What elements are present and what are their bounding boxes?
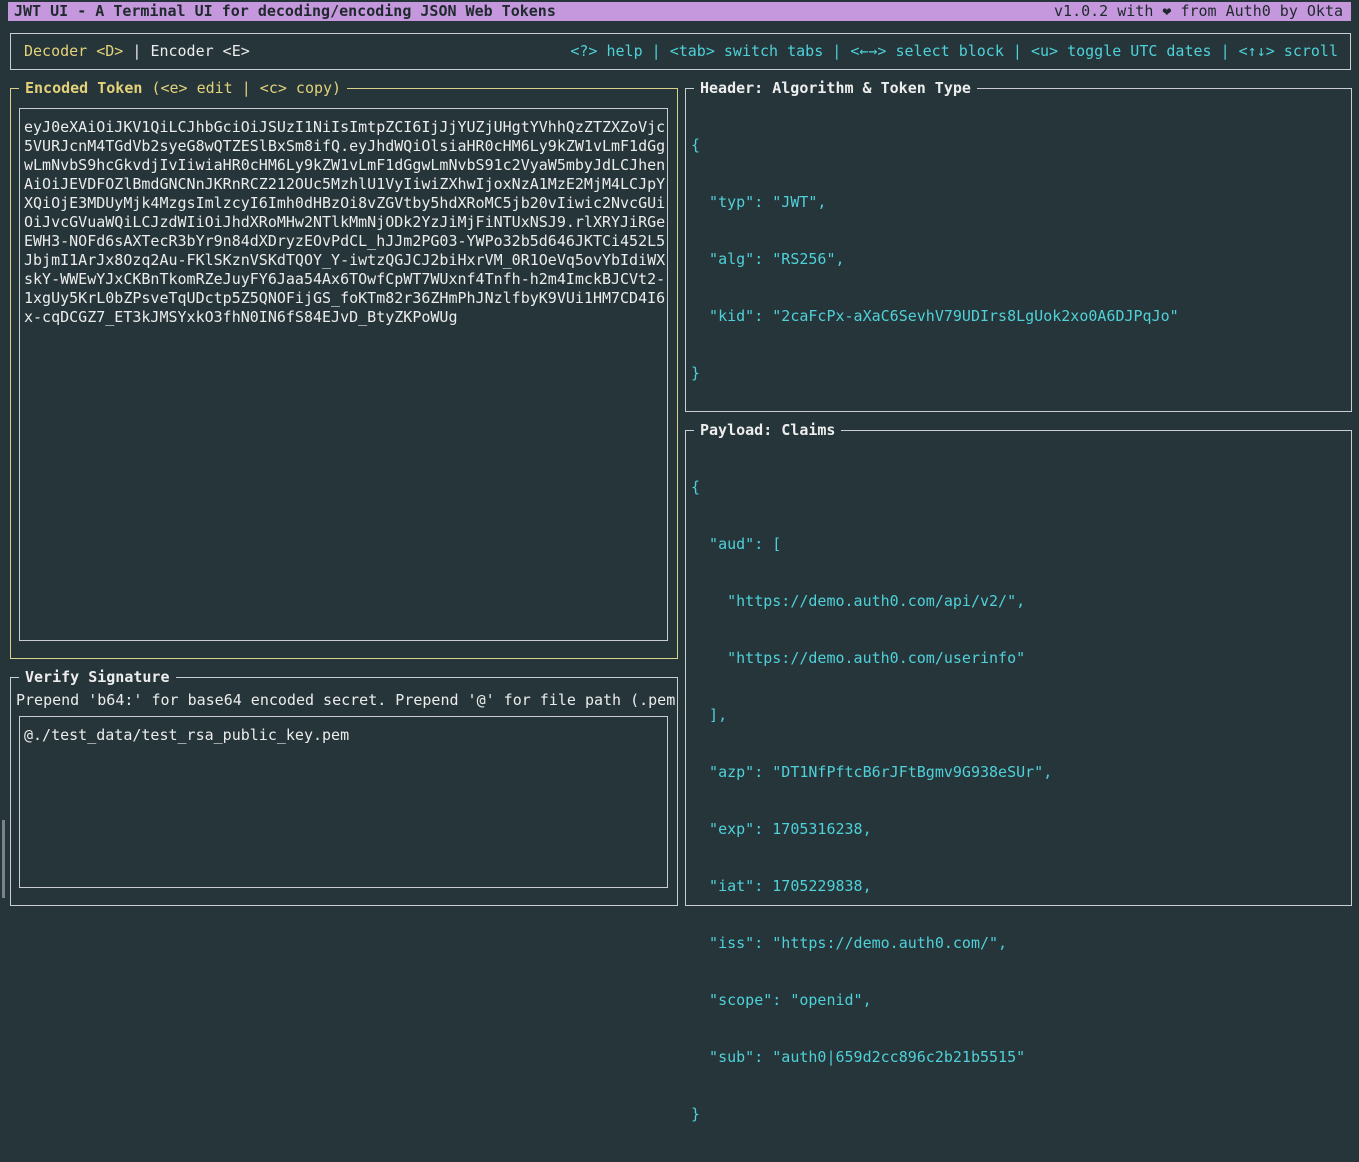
tabs-bar: Decoder <D> | Encoder <E> <?> help | <ta… bbox=[10, 33, 1351, 70]
json-line: } bbox=[691, 364, 701, 382]
json-line: "iat": 1705229838, bbox=[691, 877, 872, 895]
encoded-token-hint: (<e> edit | <c> copy) bbox=[151, 79, 342, 97]
json-line: "exp": 1705316238, bbox=[691, 820, 872, 838]
json-line: "kid": "2caFcPx-aXaC6SevhV79UDIrs8LgUok2… bbox=[691, 307, 1179, 325]
scrollbar[interactable] bbox=[2, 820, 5, 898]
json-line: "typ": "JWT", bbox=[691, 193, 827, 211]
verify-signature-title: Verify Signature bbox=[19, 667, 176, 687]
json-line: "sub": "auth0|659d2cc896c2b21b5515" bbox=[691, 1048, 1026, 1066]
tab-encoder[interactable]: Encoder <E> bbox=[150, 42, 249, 60]
json-line: "iss": "https://demo.auth0.com/", bbox=[691, 934, 1008, 952]
json-line: "scope": "openid", bbox=[691, 991, 872, 1009]
tab-decoder[interactable]: Decoder <D> bbox=[24, 42, 123, 60]
app-title: JWT UI - A Terminal UI for decoding/enco… bbox=[14, 2, 556, 20]
header-panel: Header: Algorithm & Token Type { "typ": … bbox=[685, 78, 1352, 412]
encoded-token-panel: Encoded Token (<e> edit | <c> copy) eyJ0… bbox=[10, 78, 678, 659]
encoded-token-title: Encoded Token (<e> edit | <c> copy) bbox=[19, 78, 348, 98]
encoded-token-input[interactable]: eyJ0eXAiOiJKV1QiLCJhbGciOiJSUzI1NiIsImtp… bbox=[19, 108, 668, 641]
verify-signature-panel: Verify Signature Prepend 'b64:' for base… bbox=[10, 667, 678, 906]
json-line: { bbox=[691, 136, 701, 154]
json-line: "azp": "DT1NfPftcB6rJFtBgmv9G938eSUr", bbox=[691, 763, 1053, 781]
encoded-token-value[interactable]: eyJ0eXAiOiJKV1QiLCJhbGciOiJSUzI1NiIsImtp… bbox=[24, 118, 666, 327]
header-json: { "typ": "JWT", "alg": "RS256", "kid": "… bbox=[691, 98, 1179, 421]
header-panel-title: Header: Algorithm & Token Type bbox=[694, 78, 977, 98]
json-line: "https://demo.auth0.com/api/v2/", bbox=[691, 592, 1026, 610]
version-info: v1.0.2 with ❤ from Auth0 by Okta bbox=[1054, 2, 1343, 20]
json-line: "aud": [ bbox=[691, 535, 782, 553]
keyboard-help: <?> help | <tab> switch tabs | <←→> sele… bbox=[570, 42, 1338, 60]
payload-json: { "aud": [ "https://demo.auth0.com/api/v… bbox=[691, 440, 1052, 1162]
signature-secret-input[interactable]: @./test_data/test_rsa_public_key.pem bbox=[19, 716, 668, 888]
signature-secret-value[interactable]: @./test_data/test_rsa_public_key.pem bbox=[24, 726, 349, 744]
json-line: "alg": "RS256", bbox=[691, 250, 845, 268]
title-bar: JWT UI - A Terminal UI for decoding/enco… bbox=[8, 2, 1351, 21]
json-line: } bbox=[691, 1105, 701, 1123]
payload-panel-title: Payload: Claims bbox=[694, 420, 842, 440]
json-line: ], bbox=[691, 706, 728, 724]
payload-panel: Payload: Claims { "aud": [ "https://demo… bbox=[685, 420, 1352, 1123]
tab-separator: | bbox=[132, 42, 142, 60]
tab-list: Decoder <D> | Encoder <E> bbox=[24, 42, 250, 60]
verify-signature-hint: Prepend 'b64:' for base64 encoded secret… bbox=[16, 691, 676, 709]
json-line: { bbox=[691, 478, 701, 496]
json-line: "https://demo.auth0.com/userinfo" bbox=[691, 649, 1026, 667]
